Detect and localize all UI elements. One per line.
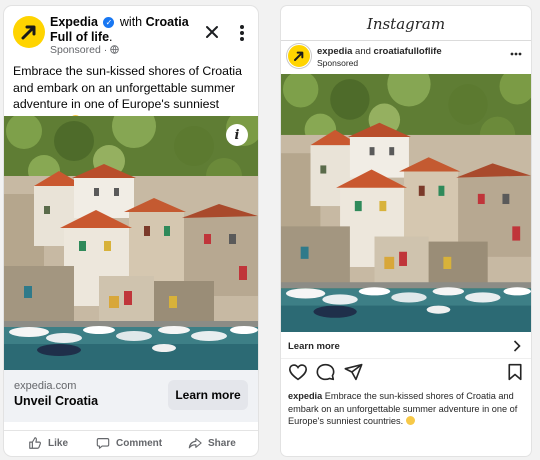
verified-icon: ✓ <box>103 17 115 28</box>
link-headline: Unveil Croatia <box>14 394 99 408</box>
info-icon[interactable]: i <box>226 124 248 146</box>
send-icon[interactable] <box>344 363 363 381</box>
bookmark-icon[interactable] <box>507 363 523 381</box>
like-icon <box>29 437 41 449</box>
author-primary[interactable]: expedia <box>317 46 352 57</box>
close-icon[interactable] <box>204 24 220 40</box>
share-label: Share <box>208 437 236 449</box>
facebook-ad-card: Expedia ✓ with Croatia Full of life. Spo… <box>4 6 258 456</box>
share-icon <box>188 438 202 449</box>
caption-username[interactable]: expedia <box>288 391 322 401</box>
learn-more-button[interactable]: Learn more <box>168 380 248 410</box>
ad-header: Expedia ✓ with Croatia Full of life. <box>50 15 189 44</box>
like-label: Like <box>48 437 69 449</box>
expedia-logo-icon[interactable] <box>13 16 45 48</box>
post-caption: expedia Embrace the sun-kissed shores of… <box>288 390 526 428</box>
author-avatar[interactable] <box>287 44 313 70</box>
instagram-logo: Instagram <box>366 15 446 33</box>
like-button[interactable]: Like <box>28 436 68 450</box>
learn-more-link[interactable]: Learn more <box>288 341 340 352</box>
learn-more-row[interactable]: Learn more <box>281 332 531 359</box>
with-text: with <box>119 15 143 29</box>
instagram-ad-card: Instagram expedia and croatiafulloflife … <box>281 6 531 456</box>
sun-emoji-icon <box>405 416 415 425</box>
sponsored-label: Sponsored <box>317 58 359 68</box>
more-icon[interactable] <box>236 23 248 43</box>
instagram-topbar: Instagram <box>281 6 531 41</box>
ad-image[interactable] <box>4 116 258 370</box>
comment-label: Comment <box>116 437 163 449</box>
more-icon[interactable] <box>510 52 522 56</box>
author-secondary[interactable]: croatiafulloflife <box>374 46 442 57</box>
comment-button[interactable]: Comment <box>96 436 162 450</box>
link-domain: expedia.com <box>14 380 77 392</box>
link-preview[interactable]: expedia.com Unveil Croatia Learn more <box>4 370 258 422</box>
sponsored-label: Sponsored · <box>50 44 119 56</box>
post-authors: expedia and croatiafulloflife <box>317 46 442 57</box>
and-text: and <box>355 46 371 57</box>
comment-icon <box>96 438 110 449</box>
heart-icon[interactable] <box>288 363 308 381</box>
caption-text: Embrace the sun-kissed shores of Croatia… <box>288 391 518 426</box>
expedia-logo-icon <box>287 44 311 68</box>
post-image[interactable] <box>281 74 531 332</box>
comment-bubble-icon[interactable] <box>316 363 335 381</box>
sponsored-text: Sponsored · <box>50 44 108 56</box>
share-button[interactable]: Share <box>188 436 236 450</box>
info-glyph: i <box>234 127 240 143</box>
action-bar: Like Comment Share <box>4 430 258 453</box>
globe-icon <box>110 45 119 54</box>
advertiser-name[interactable]: Expedia <box>50 15 98 29</box>
chevron-right-icon <box>513 340 521 352</box>
